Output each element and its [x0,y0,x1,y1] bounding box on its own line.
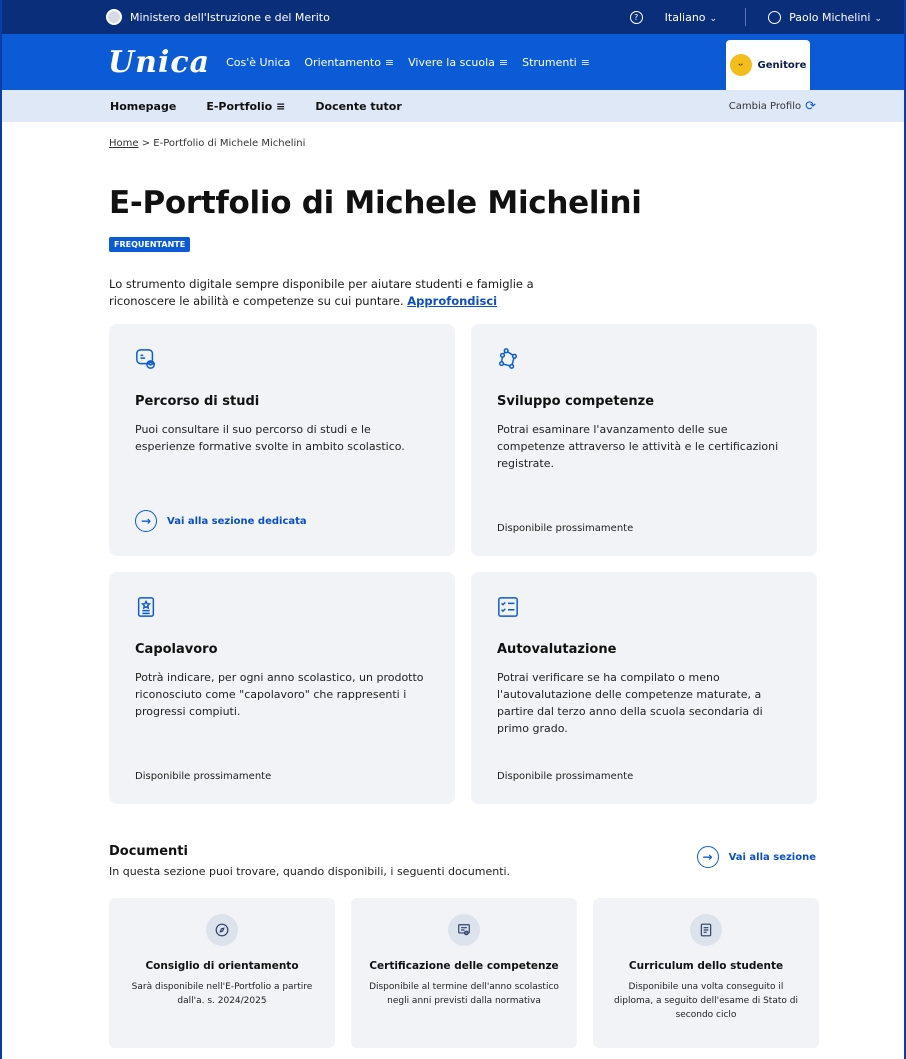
card-title: Capolavoro [135,642,218,657]
vai-alla-sezione-link[interactable]: → Vai alla sezione [696,846,816,868]
breadcrumb-home[interactable]: Home [109,138,139,149]
card-sviluppo-competenze: Sviluppo competenze Potrai esaminare l'a… [471,324,817,556]
ministry-topbar: Ministero dell'Istruzione e del Merito ?… [2,0,904,34]
document-text: Disponibile una volta conseguito il dipl… [614,982,798,1020]
curriculum-icon [690,914,722,946]
star-document-icon [137,597,155,617]
link-label: Vai alla sezione dedicata [167,515,307,527]
vai-sezione-dedicata-link[interactable]: → Vai alla sezione dedicata [135,510,307,532]
nav-item-orientamento[interactable]: Orientamento ≡ [304,56,394,69]
compass-icon [206,914,238,946]
main-navigation: Unica Cos'è Unica Orientamento ≡ Vivere l… [2,34,904,90]
card-text: Potrà indicare, per ogni anno scolastico… [135,671,424,718]
arrow-right-icon: → [135,510,157,532]
topbar-divider [745,8,747,26]
card-capolavoro: Capolavoro Potrà indicare, per ogni anno… [109,572,455,804]
sub-navigation: Homepage E-Portfolio ≡ Docente tutor Camb… [2,90,904,122]
republic-emblem-icon [106,9,122,25]
language-label: Italiano [664,10,706,24]
document-curriculum-studente[interactable]: Curriculum dello studente Disponibile un… [593,898,819,1048]
card-autovalutazione: Autovalutazione Potrai verificare se ha … [471,572,817,804]
main-content: Home > E-Portfolio di Michele Michelini … [2,138,904,1048]
cambia-profilo-link[interactable]: Cambia Profilo ⟳ [729,99,816,114]
switch-profile-icon: ⟳ [805,98,816,114]
card-title: Percorso di studi [135,394,260,409]
card-percorso-di-studi: Percorso di studi Puoi consultare il suo… [109,324,455,556]
breadcrumb-current: E-Portfolio di Michele Michelini [153,138,306,149]
nav-item-cose-unica[interactable]: Cos'è Unica [226,56,290,69]
card-title: Sviluppo competenze [497,394,655,409]
nav-label: Orientamento [304,55,381,69]
availability-note: Disponibile prossimamente [497,771,634,782]
menu-icon: ≡ [384,55,395,69]
subnav-label: E-Portfolio [206,99,273,113]
card-title: Autovalutazione [497,642,617,657]
document-title: Curriculum dello studente [628,960,784,972]
help-icon[interactable]: ? [629,10,643,24]
language-selector[interactable]: Italiano ⌄ [665,11,717,24]
page-title: E-Portfolio di Michele Michelini [109,185,642,221]
topbar-right: ? Italiano ⌄ Paolo Michelini ⌄ [629,8,882,26]
user-name: Paolo Michelini [789,10,871,24]
nav-item-vivere-la-scuola[interactable]: Vivere la scuola ≡ [408,56,508,69]
document-text: Disponibile al termine dell'anno scolast… [369,982,559,1006]
breadcrumb: Home > E-Portfolio di Michele Michelini [109,138,816,149]
unica-logo[interactable]: Unica [108,45,210,80]
document-consiglio-orientamento[interactable]: Consiglio di orientamento Sarà disponibi… [109,898,335,1048]
card-text: Puoi consultare il suo percorso di studi… [135,423,405,453]
chevron-down-icon: ⌄ [709,13,718,24]
intro-text: Lo strumento digitale sempre disponibile… [109,276,589,310]
chevron-down-icon: ⌄ [874,13,882,24]
card-text: Potrai verificare se ha compilato o meno… [497,671,763,735]
certificate-icon [448,914,480,946]
document-title: Certificazione delle competenze [369,960,559,972]
eportfolio-cards: Percorso di studi Puoi consultare il suo… [109,324,817,804]
breadcrumb-separator: > [141,138,151,149]
nav-label: Vivere la scuola [408,55,495,69]
nav-label: Cos'è Unica [226,55,291,69]
menu-icon: ≡ [580,55,590,69]
user-icon [768,10,782,24]
availability-note: Disponibile prossimamente [497,523,634,534]
parent-avatar-icon: ᵕ [729,54,752,76]
approfondisci-link[interactable]: Approfondisci [407,294,497,308]
document-title: Consiglio di orientamento [145,960,299,972]
subnav-label: Homepage [110,99,177,113]
availability-note: Disponibile prossimamente [135,771,272,782]
subnav-label: Docente tutor [315,99,402,113]
menu-icon: ≡ [498,55,509,69]
subnav-item-docente-tutor[interactable]: Docente tutor [315,100,401,113]
subnav-item-homepage[interactable]: Homepage [110,100,176,113]
documents-header: Documenti In questa sezione puoi trovare… [109,844,816,878]
profile-label: Genitore [757,59,807,71]
status-badge: FREQUENTANTE [109,237,191,252]
student-chat-icon [136,349,155,369]
nav-label: Strumenti [522,55,577,69]
checklist-icon [498,597,518,617]
link-label: Vai alla sezione [728,851,816,863]
document-certificazione-competenze[interactable]: Certificazione delle competenze Disponib… [351,898,577,1048]
subnav-item-eportfolio[interactable]: E-Portfolio ≡ [206,100,285,113]
cambia-label: Cambia Profilo [728,100,802,112]
arrow-right-icon: → [696,846,719,868]
document-text: Sarà disponibile nell'E-Portfolio a part… [131,982,313,1006]
ministry-name[interactable]: Ministero dell'Istruzione e del Merito [130,11,330,24]
menu-icon: ≡ [276,99,286,113]
polygon-nodes-icon [499,348,517,369]
profile-genitore-tab[interactable]: ᵕ Genitore [726,40,810,90]
user-menu[interactable]: Paolo Michelini ⌄ [789,11,882,24]
nav-item-strumenti[interactable]: Strumenti ≡ [522,56,590,69]
documents-list: Consiglio di orientamento Sarà disponibi… [109,898,819,1048]
card-text: Potrai esaminare l'avanzamento delle sue… [497,423,779,470]
